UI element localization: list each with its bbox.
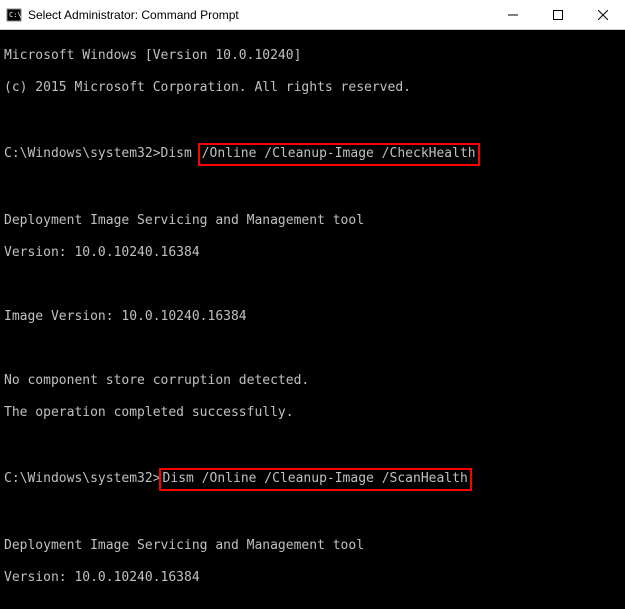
output-line: Deployment Image Servicing and Managemen…: [4, 213, 621, 229]
svg-text:C:\: C:\: [9, 11, 22, 19]
window-title: Select Administrator: Command Prompt: [28, 8, 490, 22]
output-line: [4, 341, 621, 357]
command-prompt-window: C:\ Select Administrator: Command Prompt…: [0, 0, 625, 609]
highlighted-command: /Online /Cleanup-Image /CheckHealth: [198, 143, 480, 166]
window-controls: [490, 0, 625, 29]
output-line: [4, 181, 621, 197]
command-line: C:\Windows\system32>Dism /Online /Cleanu…: [4, 144, 621, 165]
minimize-button[interactable]: [490, 0, 535, 29]
output-line: Microsoft Windows [Version 10.0.10240]: [4, 48, 621, 64]
output-line: [4, 112, 621, 128]
output-line: [4, 277, 621, 293]
output-line: Version: 10.0.10240.16384: [4, 245, 621, 261]
output-line: [4, 506, 621, 522]
titlebar[interactable]: C:\ Select Administrator: Command Prompt: [0, 0, 625, 30]
output-line: The operation completed successfully.: [4, 405, 621, 421]
output-line: [4, 437, 621, 453]
output-line: Deployment Image Servicing and Managemen…: [4, 538, 621, 554]
cmd-icon: C:\: [6, 7, 22, 23]
console-output[interactable]: Microsoft Windows [Version 10.0.10240] (…: [0, 30, 625, 609]
close-button[interactable]: [580, 0, 625, 29]
output-line: No component store corruption detected.: [4, 373, 621, 389]
output-line: [4, 602, 621, 609]
command-line: C:\Windows\system32>Dism /Online /Cleanu…: [4, 469, 621, 490]
output-line: Version: 10.0.10240.16384: [4, 570, 621, 586]
maximize-button[interactable]: [535, 0, 580, 29]
output-line: (c) 2015 Microsoft Corporation. All righ…: [4, 80, 621, 96]
highlighted-command: Dism /Online /Cleanup-Image /ScanHealth: [159, 468, 472, 491]
output-line: Image Version: 10.0.10240.16384: [4, 309, 621, 325]
